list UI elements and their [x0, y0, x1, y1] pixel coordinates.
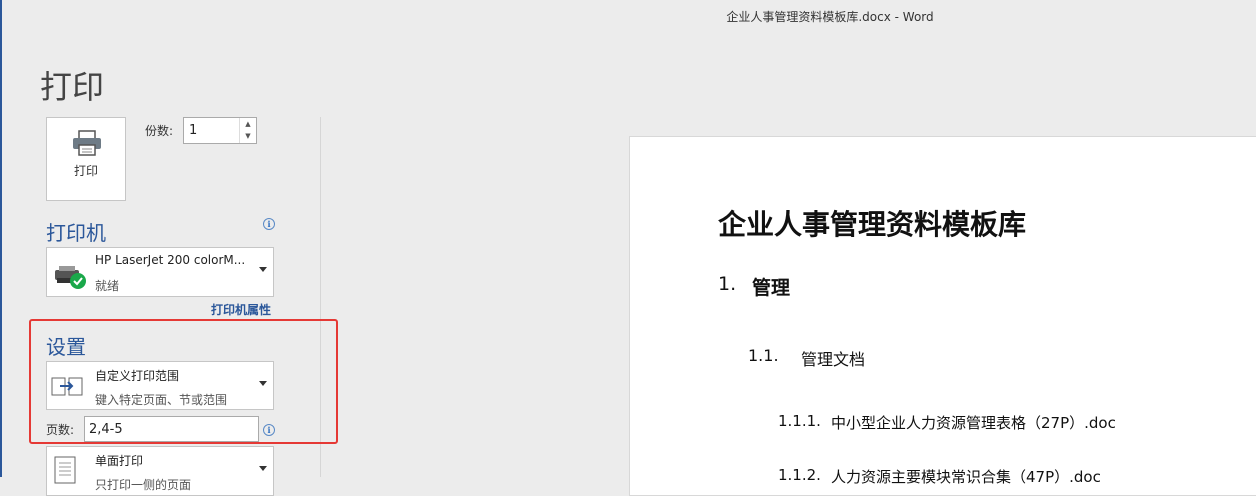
- copies-stepper[interactable]: 1 ▲ ▼: [183, 117, 257, 144]
- printer-name: HP LaserJet 200 colorM...: [95, 253, 246, 267]
- printer-icon: [73, 130, 101, 156]
- copies-spin[interactable]: ▲ ▼: [239, 118, 256, 143]
- print-button-label: 打印: [73, 164, 98, 178]
- printer-info-icon[interactable]: i: [263, 218, 275, 230]
- window-title: 企业人事管理资料模板库.docx - Word: [726, 10, 934, 24]
- printer-properties-link[interactable]: 打印机属性: [211, 301, 271, 318]
- preview-h1-text: 管理: [752, 277, 791, 299]
- copies-label: 份数:: [145, 124, 174, 138]
- pages-info-icon[interactable]: i: [263, 424, 275, 436]
- printer-status: 就绪: [95, 279, 120, 293]
- chevron-up-icon[interactable]: ▲: [240, 118, 256, 130]
- caret-down-icon: [259, 381, 267, 386]
- sides-dropdown[interactable]: 单面打印 只打印一侧的页面: [46, 446, 274, 496]
- printer-dropdown[interactable]: HP LaserJet 200 colorM... 就绪: [46, 247, 274, 297]
- print-range-dropdown[interactable]: 自定义打印范围 键入特定页面、节或范围: [46, 361, 274, 410]
- preview-h2-number: 1.1.: [748, 346, 779, 365]
- preview-h2-text: 管理文档: [801, 350, 866, 369]
- print-button[interactable]: 打印: [46, 117, 126, 201]
- preview-h3-text: 中小型企业人力资源管理表格（27P）.doc: [831, 414, 1116, 432]
- copies-value[interactable]: 1: [189, 123, 197, 138]
- pages-input[interactable]: 2,4-5: [84, 416, 259, 442]
- print-range-title: 自定义打印范围: [95, 369, 180, 383]
- page-title: 打印: [40, 68, 105, 106]
- page-range-icon: [51, 377, 83, 396]
- printer-section-title: 打印机: [46, 221, 106, 245]
- settings-section-title: 设置: [46, 335, 86, 359]
- printer-status-icon: [55, 266, 86, 289]
- sides-title: 单面打印: [95, 454, 144, 468]
- caret-down-icon: [259, 267, 267, 272]
- preview-doc-title: 企业人事管理资料模板库: [718, 208, 1027, 241]
- sides-subtitle: 只打印一侧的页面: [95, 478, 192, 492]
- print-range-subtitle: 键入特定页面、节或范围: [95, 393, 228, 407]
- pages-label: 页数:: [46, 423, 75, 437]
- one-sided-page-icon: [54, 456, 76, 484]
- caret-down-icon: [259, 466, 267, 471]
- preview-h1-number: 1.: [718, 273, 737, 295]
- preview-h3b-number: 1.1.2.: [778, 466, 821, 484]
- chevron-down-icon[interactable]: ▼: [240, 130, 256, 142]
- preview-h3-number: 1.1.1.: [778, 412, 821, 430]
- print-preview-page: [629, 136, 1256, 496]
- window-edge: [0, 0, 2, 477]
